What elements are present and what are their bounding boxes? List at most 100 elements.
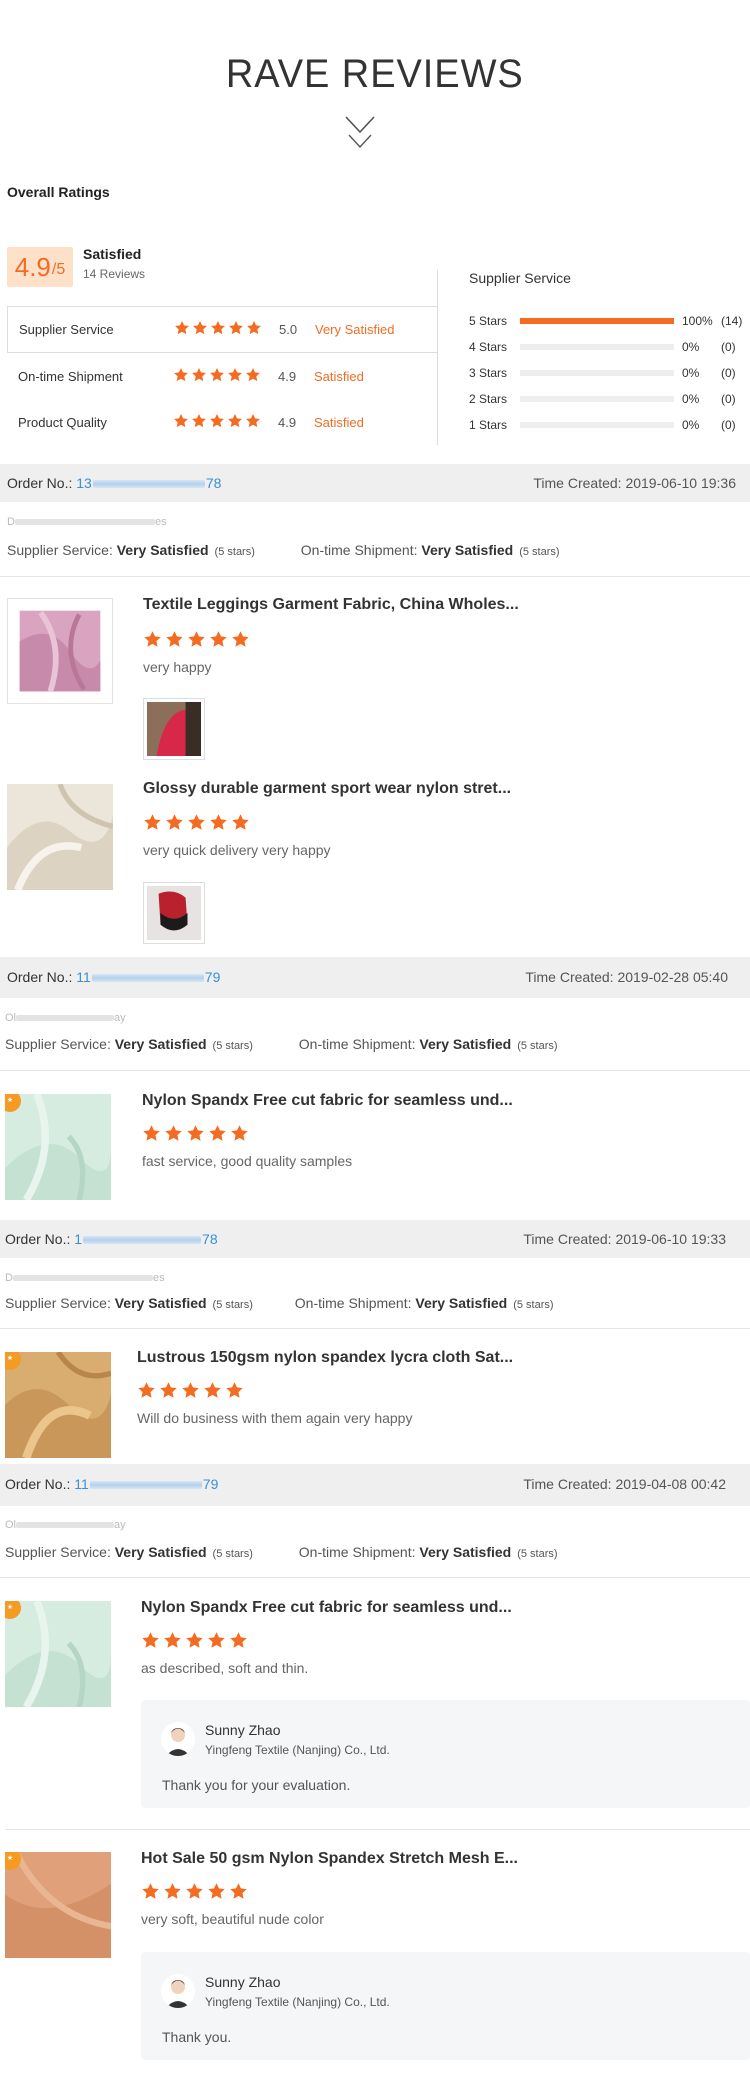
star-icon [164, 1632, 181, 1648]
order-number-prefix[interactable]: 13 [76, 475, 92, 491]
star-icon [209, 1125, 226, 1141]
dist-percent: 0% [682, 392, 700, 406]
order-time: Time Created: 2019-06-10 19:33 [523, 1231, 726, 1247]
review-photo[interactable] [143, 698, 205, 760]
star-icon [210, 368, 224, 382]
review-photo-image [147, 702, 201, 756]
order-number-prefix[interactable]: 1 [74, 1231, 82, 1247]
star-icon [144, 631, 161, 647]
shipment-stars: (5 stars) [519, 546, 560, 558]
shipment-stars: (5 stars) [517, 1040, 558, 1052]
star-icon [142, 1883, 159, 1899]
star-icon [232, 814, 249, 830]
shipment-label: On-time Shipment: [294, 1295, 412, 1311]
shipment-value: Very Satisfied [419, 1544, 512, 1560]
time-label: Time Created: [523, 1231, 612, 1247]
order-number-suffix[interactable]: 79 [203, 1476, 219, 1492]
product-title[interactable]: Hot Sale 50 gsm Nylon Spandex Stretch Me… [141, 1850, 518, 1868]
order-number-suffix[interactable]: 79 [205, 969, 221, 985]
order-header: Order No.: 11 79 Time Created: 2019-02-28… [0, 957, 750, 998]
dist-bar [520, 318, 674, 324]
dist-bar [520, 344, 674, 350]
review-photo[interactable] [143, 882, 205, 944]
order-label: Order No.: [7, 475, 73, 491]
star-rating [143, 813, 250, 832]
fabric-image [5, 1094, 111, 1200]
rating-value: 4.9 [278, 415, 297, 430]
rating-status: Satisfied [314, 415, 364, 430]
section-title: RAVE REVIEWS [226, 52, 524, 96]
review-photo-image [147, 886, 201, 940]
dist-bar [520, 370, 674, 376]
service-value: Very Satisfied [114, 1036, 207, 1052]
order-number: Order No.: 13 78 [7, 475, 221, 491]
product-thumbnail[interactable]: ★ [5, 1094, 111, 1200]
star-icon [165, 1125, 182, 1141]
masked-buyer-name [12, 1275, 153, 1282]
review-comment: fast service, good quality samples [142, 1153, 353, 1169]
star-icon [226, 1382, 243, 1398]
masked-buyer-name [14, 519, 155, 526]
masked-order-number [83, 1236, 202, 1245]
shipment-value: Very Satisfied [415, 1295, 508, 1311]
star-icon [193, 321, 207, 335]
product-thumbnail[interactable] [7, 784, 113, 890]
dist-bar-fill [520, 318, 674, 324]
order-number-prefix[interactable]: 11 [74, 1476, 89, 1492]
rating-row: On-time Shipment 4.9 Satisfied [7, 354, 438, 400]
order-number: Order No.: 1 78 [5, 1231, 218, 1247]
buyer-name: Ol ay [5, 1519, 126, 1531]
product-thumbnail[interactable] [7, 598, 113, 704]
rating-value: 4.9 [278, 369, 297, 384]
dist-count: (0) [721, 418, 736, 432]
product-title[interactable]: Textile Leggings Garment Fabric, China W… [143, 596, 519, 614]
ratings-table: Supplier Service 5.0 Very Satisfied On-t… [7, 306, 438, 445]
dist-label: 5 Stars [469, 314, 508, 328]
dist-percent: 0% [682, 366, 700, 380]
buyer-name-prefix: Ol [5, 1519, 16, 1531]
order-time: Time Created: 2019-02-28 05:40 [525, 969, 728, 985]
star-icon [229, 321, 243, 335]
shipment-value: Very Satisfied [419, 1036, 512, 1052]
order-label: Order No.: [7, 969, 73, 985]
masked-order-number [89, 1481, 202, 1490]
reply-author: Sunny Zhao [205, 1974, 281, 1990]
star-icon [230, 1883, 247, 1899]
star-icon [186, 1883, 203, 1899]
star-rating [173, 413, 261, 429]
star-icon [138, 1382, 155, 1398]
star-icon [188, 814, 205, 830]
overall-score-suffix: /5 [51, 261, 66, 278]
product-title[interactable]: Glossy durable garment sport wear nylon … [143, 780, 511, 798]
supplier-reply: Sunny Zhao Yingfeng Textile (Nanjing) Co… [141, 1952, 750, 2060]
order-number-suffix[interactable]: 78 [206, 475, 222, 491]
product-thumbnail[interactable]: ★ [5, 1352, 111, 1458]
reply-text: Thank you for your evaluation. [162, 1777, 351, 1793]
star-icon [144, 814, 161, 830]
rating-row: Product Quality 4.9 Satisfied [7, 400, 438, 446]
order-number-prefix[interactable]: 11 [76, 969, 91, 985]
product-title[interactable]: Nylon Spandx Free cut fabric for seamles… [141, 1599, 512, 1617]
avatar [161, 1974, 195, 2008]
buyer-name-suffix: ay [114, 1012, 126, 1024]
order-number-suffix[interactable]: 78 [202, 1231, 218, 1247]
dist-label: 3 Stars [469, 366, 508, 380]
star-icon [166, 631, 183, 647]
shipment-label: On-time Shipment: [298, 1544, 416, 1560]
buyer-name: Des [7, 516, 167, 528]
star-icon [210, 414, 224, 428]
chevron-down-icon[interactable] [343, 113, 377, 155]
star-rating [174, 320, 262, 336]
avatar-image [166, 1980, 190, 2008]
time-label: Time Created: [523, 1476, 612, 1492]
product-title[interactable]: Lustrous 150gsm nylon spandex lycra clot… [137, 1349, 513, 1367]
buyer-name-prefix: D [7, 516, 15, 528]
star-icon [143, 1125, 160, 1141]
product-thumbnail[interactable]: ★ [5, 1601, 111, 1707]
star-distribution-row: 1 Stars 0% (0) [469, 416, 749, 434]
star-distribution-row: 4 Stars 0% (0) [469, 338, 749, 356]
product-thumbnail[interactable]: ★ [5, 1852, 111, 1958]
product-title[interactable]: Nylon Spandx Free cut fabric for seamles… [142, 1092, 513, 1110]
divider [0, 1070, 750, 1071]
masked-buyer-name [16, 1015, 114, 1022]
